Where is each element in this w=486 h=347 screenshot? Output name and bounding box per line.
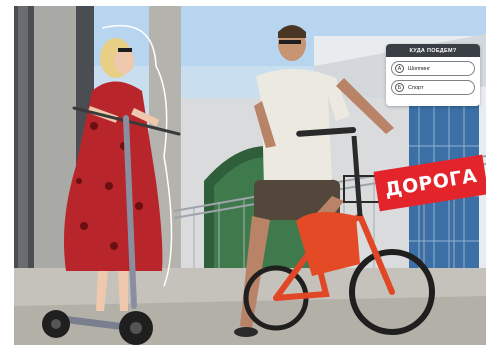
quiz-card: КУДА ПОЕДЕМ? А Шоппинг Б Спорт xyxy=(386,44,480,106)
option-label-sport: Спорт xyxy=(408,84,424,91)
option-letter-a: А xyxy=(395,64,404,73)
quiz-option-shopping[interactable]: А Шоппинг xyxy=(391,61,475,76)
quiz-option-sport[interactable]: Б Спорт xyxy=(391,80,475,95)
option-label-shopping: Шоппинг xyxy=(408,65,431,72)
option-letter-b: Б xyxy=(395,83,404,92)
quiz-title: КУДА ПОЕДЕМ? xyxy=(386,44,480,57)
photo-frame: КУДА ПОЕДЕМ? А Шоппинг Б Спорт ДОРОГА xyxy=(14,6,486,345)
